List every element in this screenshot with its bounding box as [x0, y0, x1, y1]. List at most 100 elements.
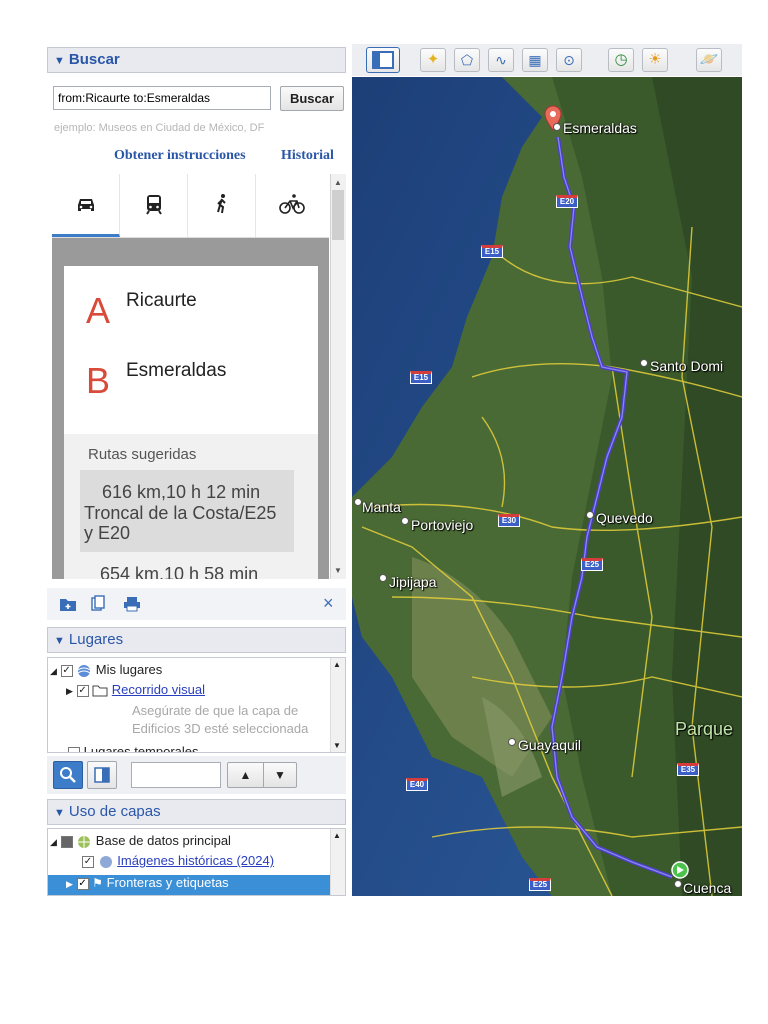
highway-shield: E15	[481, 245, 503, 258]
tree-item-mis-lugares[interactable]: ◢ ✓ Mis lugares	[50, 662, 162, 678]
layers-scrollbar[interactable]: ▲	[330, 829, 345, 895]
add-folder-icon[interactable]	[59, 596, 77, 612]
record-tour-button[interactable]: ⊙	[556, 48, 582, 72]
add-placemark-button[interactable]: ✦	[420, 48, 446, 72]
route-option-1[interactable]: 616 km,10 h 12 min Troncal de la Costa/E…	[80, 470, 294, 552]
origin-text[interactable]: Ricaurte	[126, 290, 197, 312]
label-santo-domingo[interactable]: Santo Domi	[650, 358, 723, 374]
panel-toolbar: ×	[47, 588, 346, 620]
city-dot[interactable]	[401, 517, 409, 525]
history-link[interactable]: Historial	[281, 148, 334, 164]
checkbox-checked[interactable]: ✓	[76, 684, 89, 697]
arrow-down-icon[interactable]: ▼	[263, 763, 297, 787]
scroll-down-arrow-icon[interactable]: ▼	[334, 566, 342, 575]
city-dot[interactable]	[508, 738, 516, 746]
transit-icon	[146, 195, 162, 215]
map-view[interactable]: Esmeraldas Santo Domi Manta Portoviejo Q…	[352, 77, 742, 896]
print-icon[interactable]	[123, 596, 141, 612]
collapse-arrow-icon[interactable]: ▼	[54, 807, 65, 819]
highway-shield: E15	[410, 371, 432, 384]
highway-shield: E20	[556, 195, 578, 208]
destination-text[interactable]: Esmeraldas	[126, 360, 226, 382]
origin-marker-letter: A	[86, 290, 111, 331]
database-globe-icon	[78, 835, 91, 848]
scroll-down-arrow-icon[interactable]: ▼	[333, 741, 341, 750]
tree-item-lugares-temporales[interactable]: Lugares temporales	[68, 744, 199, 752]
directions-results: A Ricaurte B Esmeraldas Rutas sugeridas …	[52, 238, 329, 579]
expand-arrow-icon[interactable]: ◢	[50, 666, 57, 676]
search-button[interactable]: Buscar	[280, 86, 344, 111]
up-down-buttons: ▲ ▼	[227, 762, 297, 788]
close-icon[interactable]: ×	[323, 593, 334, 614]
places-filter-input[interactable]	[131, 762, 221, 788]
label-cuenca[interactable]: Cuenca	[683, 880, 731, 896]
label-esmeraldas[interactable]: Esmeraldas	[563, 120, 637, 136]
highway-shield: E25	[581, 558, 603, 571]
get-directions-link[interactable]: Obtener instrucciones	[114, 148, 246, 164]
historical-imagery-button[interactable]: ◷	[608, 48, 634, 72]
label-parque[interactable]: Parque	[675, 719, 733, 740]
places-scrollbar[interactable]: ▲ ▼	[330, 658, 345, 752]
label-jipijapa[interactable]: Jipijapa	[389, 574, 436, 590]
add-path-button[interactable]: ∿	[488, 48, 514, 72]
checkbox-partial[interactable]	[60, 835, 73, 848]
switch-planet-button[interactable]: 🪐	[696, 48, 722, 72]
checkbox-checked[interactable]: ✓	[60, 664, 73, 677]
label-guayaquil[interactable]: Guayaquil	[518, 737, 581, 753]
bike-icon	[279, 194, 305, 214]
layers-panel-header[interactable]: ▼ Uso de capas	[47, 799, 346, 825]
search-input[interactable]	[53, 86, 271, 110]
layer-item-historical-imagery[interactable]: ✓ Imágenes históricas (2024)	[82, 853, 274, 869]
magnifier-icon	[60, 767, 76, 783]
arrow-up-icon[interactable]: ▲	[228, 763, 264, 787]
collapsed-arrow-icon[interactable]: ▶	[66, 879, 73, 889]
toggle-panel-button[interactable]	[87, 761, 117, 789]
city-dot[interactable]	[586, 511, 594, 519]
imagery-icon	[99, 855, 112, 868]
tree-item-recorrido-visual[interactable]: ▶ ✓ Recorrido visual	[66, 682, 205, 697]
highway-shield: E35	[677, 763, 699, 776]
collapsed-arrow-icon[interactable]: ▶	[66, 686, 73, 696]
city-dot[interactable]	[640, 359, 648, 367]
origin-pin-icon[interactable]	[670, 860, 690, 880]
add-image-overlay-button[interactable]: ▦	[522, 48, 548, 72]
city-dot[interactable]	[354, 498, 362, 506]
scroll-up-arrow-icon[interactable]: ▲	[333, 831, 341, 840]
places-panel-header[interactable]: ▼ Lugares	[47, 627, 346, 653]
checkbox-checked[interactable]: ✓	[76, 877, 89, 890]
city-dot[interactable]	[379, 574, 387, 582]
search-panel-header[interactable]: ▼ Buscar	[47, 47, 346, 73]
route-option-2[interactable]: 654 km,10 h 58 min	[100, 564, 258, 579]
city-dot[interactable]	[553, 123, 561, 131]
expand-arrow-icon[interactable]: ◢	[50, 837, 57, 847]
collapse-arrow-icon[interactable]: ▼	[54, 635, 65, 647]
checkbox-checked[interactable]: ✓	[82, 855, 94, 868]
layer-item-borders[interactable]: ▶ ✓ ⚑ Fronteras y etiquetas	[48, 875, 332, 895]
scroll-up-arrow-icon[interactable]: ▲	[334, 178, 342, 187]
planet-icon: 🪐	[699, 51, 719, 68]
city-dot[interactable]	[674, 880, 682, 888]
mode-car-tab[interactable]	[52, 174, 120, 237]
scroll-up-arrow-icon[interactable]: ▲	[333, 660, 341, 669]
label-portoviejo[interactable]: Portoviejo	[411, 517, 473, 533]
collapse-arrow-icon[interactable]: ▼	[54, 55, 65, 67]
travel-mode-tabs	[52, 174, 329, 238]
destination-marker-letter: B	[86, 360, 111, 401]
directions-scrollbar[interactable]: ▲ ▼	[330, 174, 346, 579]
mode-bike-tab[interactable]	[256, 174, 324, 237]
copy-icon[interactable]	[91, 595, 105, 613]
sunlight-button[interactable]: ☀	[642, 48, 668, 72]
places-globe-icon	[77, 664, 91, 677]
mode-walk-tab[interactable]	[188, 174, 256, 237]
checkbox-unchecked[interactable]	[68, 746, 80, 752]
label-manta[interactable]: Manta	[362, 499, 401, 515]
layer-item-base[interactable]: ◢ Base de datos principal	[50, 833, 231, 849]
scroll-thumb[interactable]	[332, 190, 344, 240]
car-icon	[78, 199, 94, 211]
label-quevedo[interactable]: Quevedo	[596, 510, 653, 526]
add-polygon-button[interactable]: ⬠	[454, 48, 480, 72]
mode-transit-tab[interactable]	[120, 174, 188, 237]
path-icon: ∿	[495, 52, 507, 68]
search-places-button[interactable]	[53, 761, 83, 789]
sidebar-toggle-button[interactable]	[366, 47, 400, 73]
